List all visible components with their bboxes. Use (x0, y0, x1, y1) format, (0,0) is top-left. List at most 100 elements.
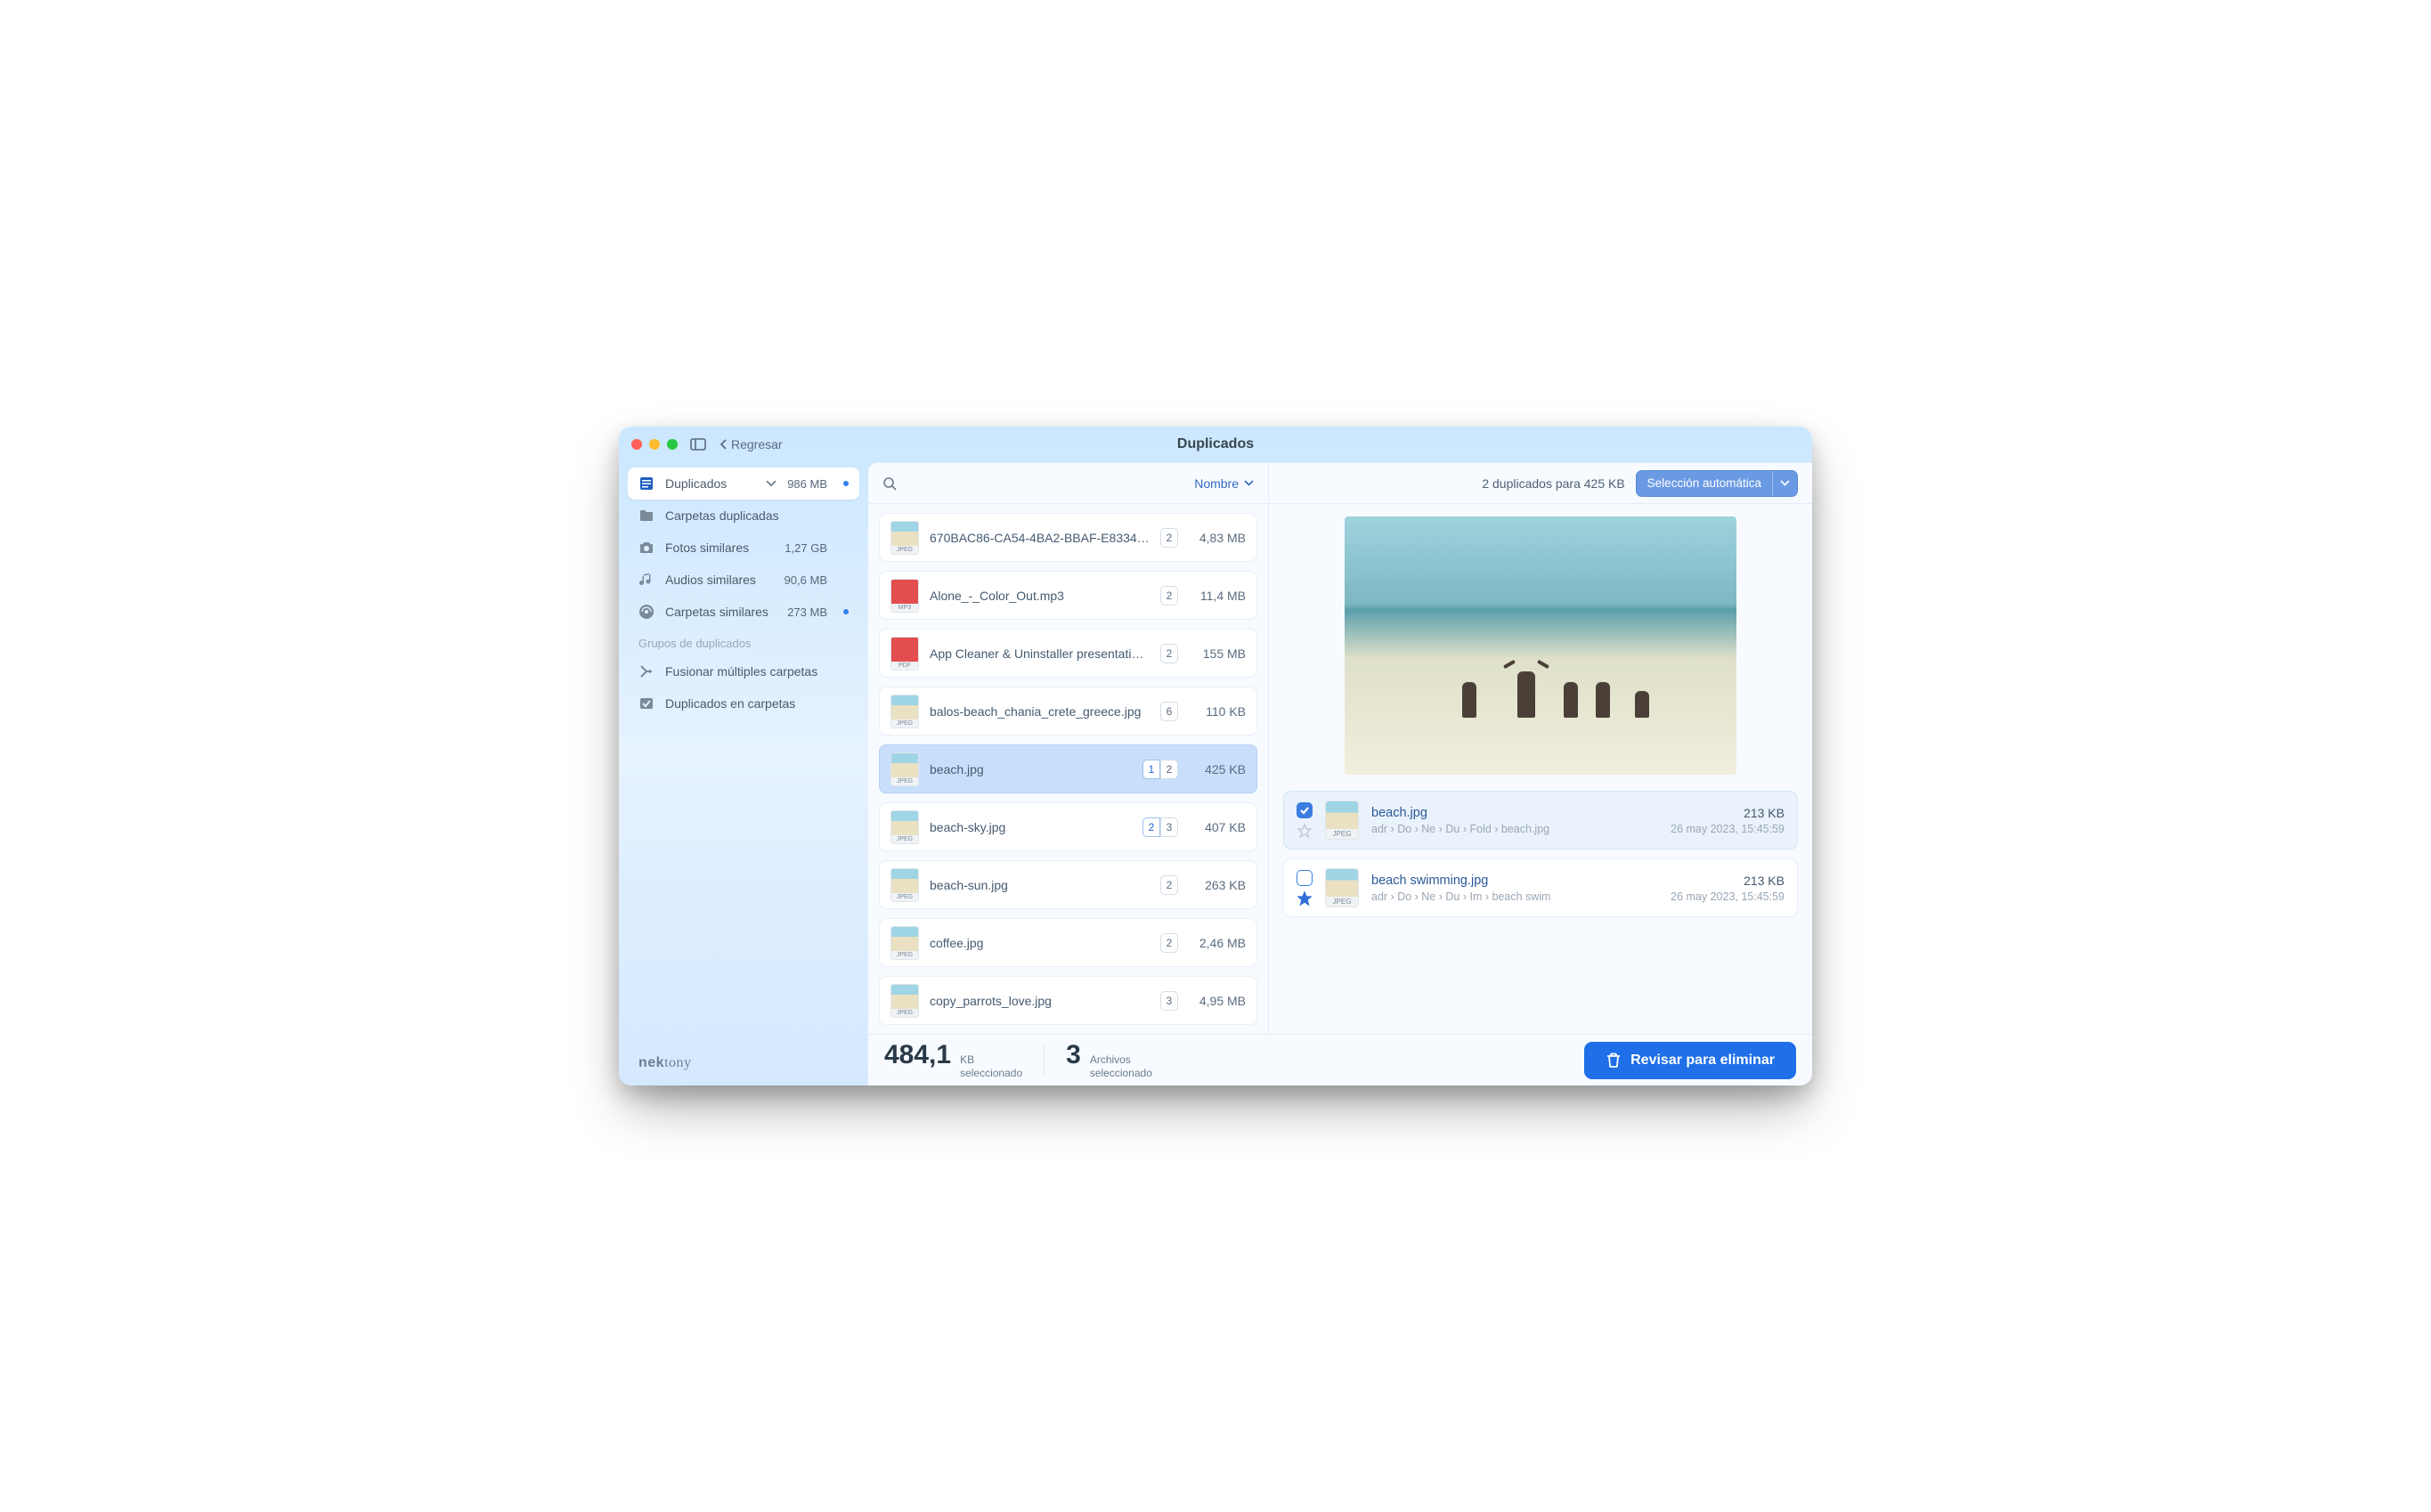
chevron-down-icon (766, 478, 776, 489)
search-icon[interactable] (882, 476, 897, 491)
duplicate-item[interactable]: JPEG beach.jpg adrDoNeDuFoldbeach.jpg 21… (1283, 791, 1798, 849)
detail-summary: 2 duplicados para 425 KB (1283, 476, 1625, 491)
music-icon (638, 572, 654, 588)
back-label: Regresar (731, 437, 783, 451)
list-icon (638, 476, 654, 492)
file-thumbnail: JPEG (890, 868, 919, 902)
divider (1044, 1045, 1045, 1076)
file-name: App Cleaner & Uninstaller presentation… (930, 646, 1150, 661)
count-badge: 2 (1160, 760, 1178, 779)
count-badge: 2 (1142, 817, 1160, 837)
count-badge: 1 (1142, 760, 1160, 779)
list-row[interactable]: JPEG balos-beach_chania_crete_greece.jpg… (879, 687, 1257, 736)
brand-logo: nektony (628, 1046, 859, 1073)
list-row[interactable]: MP3 Alone_-_Color_Out.mp3 2 11,4 MB (879, 571, 1257, 620)
duplicate-file-date: 26 may 2023, 15:45:59 (1671, 823, 1785, 835)
sidebar-item-fotos-similares[interactable]: Fotos similares 1,27 GB (628, 532, 859, 564)
detail-pane: 2 duplicados para 425 KB Selección autom… (1269, 463, 1812, 1034)
badge-group: 2 (1160, 528, 1178, 548)
list-row[interactable]: JPEG beach-sun.jpg 2 263 KB (879, 860, 1257, 909)
sidebar-item-size: 90,6 MB (785, 573, 827, 587)
list-row[interactable]: JPEG 670BAC86-CA54-4BA2-BBAF-E8334… 2 4,… (879, 513, 1257, 562)
sidebar-item-duplicados[interactable]: Duplicados 986 MB (628, 467, 859, 500)
duplicate-file-name: beach.jpg (1371, 806, 1658, 820)
checkbox[interactable] (1297, 802, 1313, 818)
selected-count-value: 3 (1066, 1040, 1081, 1070)
star-icon[interactable] (1297, 891, 1312, 906)
traffic-lights (631, 439, 678, 450)
badge-group: 23 (1142, 817, 1178, 837)
file-thumbnail: JPEG (890, 810, 919, 844)
camera-icon (638, 540, 654, 556)
list-row[interactable]: JPEG copy_parrots_love.jpg 3 4,95 MB (879, 976, 1257, 1025)
chevron-down-icon (1244, 480, 1254, 486)
back-button[interactable]: Regresar (719, 437, 783, 451)
sidebar-item-label: Fotos similares (665, 541, 774, 555)
detail-header: 2 duplicados para 425 KB Selección autom… (1269, 463, 1812, 504)
sort-button[interactable]: Nombre (1194, 476, 1254, 491)
check-folder-icon (638, 695, 654, 711)
auto-select-dropdown[interactable] (1772, 471, 1797, 496)
file-thumbnail: JPEG (890, 695, 919, 728)
badge-group: 2 (1160, 644, 1178, 663)
count-badge: 2 (1160, 644, 1178, 663)
list-row[interactable]: JPEG coffee.jpg 2 2,46 MB (879, 918, 1257, 967)
badge-group: 6 (1160, 702, 1178, 721)
sidebar-item-carpetas-duplicadas[interactable]: Carpetas duplicadas (628, 500, 859, 532)
file-thumbnail: JPEG (890, 521, 919, 555)
duplicate-file-date: 26 may 2023, 15:45:59 (1671, 890, 1785, 903)
sidebar-item-fusionar-múltiples-carpetas[interactable]: Fusionar múltiples carpetas (628, 655, 859, 687)
file-thumbnail: JPEG (890, 752, 919, 786)
list-pane: Nombre JPEG 670BAC86-CA54-4BA2-BBAF-E833… (868, 463, 1269, 1034)
body: Duplicados 986 MB Carpetas duplicadas Fo… (619, 462, 1812, 1085)
file-thumbnail: MP3 (890, 579, 919, 613)
badge-group: 3 (1160, 991, 1178, 1011)
list-row[interactable]: PDF App Cleaner & Uninstaller presentati… (879, 629, 1257, 678)
sidebar-toggle-icon[interactable] (690, 438, 706, 451)
file-thumbnail: JPEG (1325, 801, 1359, 840)
sidebar-section-title: Grupos de duplicados (628, 628, 859, 655)
file-thumbnail: JPEG (1325, 868, 1359, 907)
chevron-down-icon (1780, 480, 1790, 486)
main: Nombre JPEG 670BAC86-CA54-4BA2-BBAF-E833… (868, 462, 1812, 1085)
folders-icon (638, 604, 654, 620)
selected-count-unit: Archivos (1090, 1053, 1152, 1067)
review-remove-button[interactable]: Revisar para eliminar (1584, 1042, 1796, 1079)
count-badge: 3 (1160, 817, 1178, 837)
file-name: Alone_-_Color_Out.mp3 (930, 589, 1150, 603)
minimize-icon[interactable] (649, 439, 660, 450)
sidebar-item-label: Carpetas duplicadas (665, 508, 817, 523)
star-icon[interactable] (1297, 824, 1312, 838)
file-size: 263 KB (1189, 878, 1246, 892)
file-size: 2,46 MB (1189, 936, 1246, 950)
list-row[interactable]: JPEG beach-sky.jpg 23 407 KB (879, 802, 1257, 851)
count-badge: 2 (1160, 875, 1178, 895)
selected-size-unit: KB (960, 1053, 1022, 1067)
window-title: Duplicados (1177, 436, 1254, 452)
file-thumbnail: JPEG (890, 984, 919, 1018)
file-size: 155 MB (1189, 646, 1246, 661)
count-badge: 6 (1160, 702, 1178, 721)
file-name: beach-sun.jpg (930, 878, 1150, 892)
sidebar-item-size: 273 MB (787, 606, 827, 619)
list-row[interactable]: JPEG beach.jpg 12 425 KB (879, 744, 1257, 793)
sidebar-item-size: 1,27 GB (785, 541, 827, 555)
count-badge: 2 (1160, 586, 1178, 606)
image-preview (1345, 516, 1736, 775)
list-rows[interactable]: JPEG 670BAC86-CA54-4BA2-BBAF-E8334… 2 4,… (868, 504, 1268, 1034)
auto-select-button[interactable]: Selección automática (1636, 470, 1798, 497)
sort-label: Nombre (1194, 476, 1239, 491)
duplicate-file-path: adrDoNeDuFoldbeach.jpg (1371, 823, 1658, 835)
file-size: 4,95 MB (1189, 994, 1246, 1008)
sidebar-item-duplicados-en-carpetas[interactable]: Duplicados en carpetas (628, 687, 859, 719)
close-icon[interactable] (631, 439, 642, 450)
sidebar-item-audios-similares[interactable]: Audios similares 90,6 MB (628, 564, 859, 596)
file-size: 110 KB (1189, 704, 1246, 719)
count-badge: 3 (1160, 991, 1178, 1011)
zoom-icon[interactable] (667, 439, 678, 450)
checkbox[interactable] (1297, 870, 1313, 886)
status-dot-icon (843, 481, 849, 486)
duplicate-item[interactable]: JPEG beach swimming.jpg adrDoNeDuImbeach… (1283, 858, 1798, 917)
sidebar-item-carpetas-similares[interactable]: Carpetas similares 273 MB (628, 596, 859, 628)
sidebar-item-size: 986 MB (787, 477, 827, 491)
